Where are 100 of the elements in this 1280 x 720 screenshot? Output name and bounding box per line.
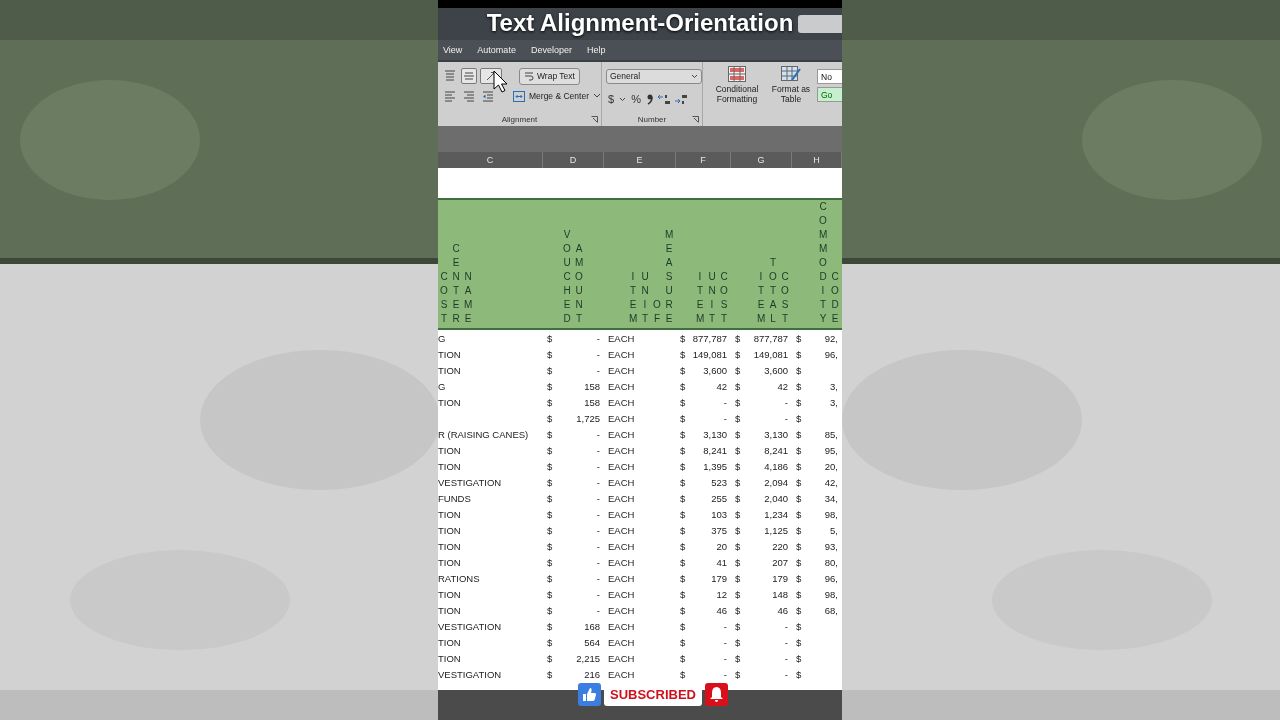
table-cell-text: EACH [607,539,636,554]
table-cell-text: $ 3,600 [679,363,728,378]
table-cell-text: $ [795,411,803,426]
menu-tab[interactable]: Developer [530,45,572,55]
table-cell-text: $ 41 [679,555,728,570]
table-cell-text: $ - [546,443,601,458]
table-cell-text: $ - [546,539,601,554]
wrap-icon [524,71,534,81]
table-cell-text: $ - [546,507,601,522]
table-cell-text: $ - [734,619,789,634]
table-cell-text: $ 216 [546,667,601,682]
dialog-launcher-icon[interactable] [591,116,598,123]
align-button[interactable] [461,68,477,84]
caret-icon [593,93,601,99]
percent-button[interactable]: % [629,93,643,105]
table-cell-text: $ - [546,363,601,378]
table-cell-text: TION [438,459,462,474]
table-cell-text: EACH [607,347,636,362]
table-cell-text: $ - [546,427,601,442]
comma-style-icon[interactable] [645,93,654,105]
table-cell-text: $ 3,130 [734,427,789,442]
bell-icon[interactable] [704,683,728,706]
merge-icon [513,90,525,102]
table-cell-text: TION [438,603,462,618]
table-cell-text: VESTIGATION [438,667,503,682]
column-header: COMMODITY CODE [818,200,840,326]
table-cell-text: $ - [546,491,601,506]
table-cell-text: EACH [607,651,636,666]
dialog-launcher-icon[interactable] [692,116,699,123]
table-cell-text: VESTIGATION [438,475,503,490]
table-cell-text: $ - [679,635,728,650]
align-icon [444,70,456,82]
table-cell-text: $ [795,619,803,634]
menu-tab[interactable]: Automate [477,45,516,55]
table-cell-text: $ - [679,411,728,426]
currency-button[interactable]: $ [606,93,617,105]
table-cell-text: $ 523 [679,475,728,490]
table-cell-text: $ 148 [734,587,789,602]
table-cell-text: $ 42 [734,379,789,394]
table-cell-text: EACH [607,331,636,346]
table-cell-text: EACH [607,555,636,570]
cell-style[interactable]: Go [817,87,842,102]
table-cell-text: $ 149,081 [679,347,728,362]
table-cell-text: $ 80, [795,555,839,570]
video-title: Text Alignment-Orientation [486,9,794,37]
format-as-table-button[interactable]: Format as Table [771,66,811,126]
table-cell-text: $ 2,094 [734,475,789,490]
search-field[interactable] [798,15,842,33]
table-cell-text: EACH [607,507,636,522]
number-format-dropdown[interactable]: General [606,68,702,84]
table-cell-text: $ - [679,395,728,410]
table-cell-text: RATIONS [438,571,481,586]
table-cell-text: TION [438,635,462,650]
table-cell-text: R (RAISING CANES) [438,427,530,442]
table-cell-text: $ 375 [679,523,728,538]
table-cell-text: TION [438,555,462,570]
table-cell-text: $ 3,600 [734,363,789,378]
table-cell-text: $ 3, [795,395,839,410]
table-cell-text: $ - [679,619,728,634]
table-cell-text: $ 207 [734,555,789,570]
caret-icon [691,73,698,79]
table-cell-text: $ 179 [734,571,789,586]
decrease-decimal-icon[interactable] [673,93,688,105]
table-cell-text: TION [438,363,462,378]
group-label: Alignment [501,115,538,124]
table-cell-text: VESTIGATION [438,619,503,634]
table-cell-text: $ 255 [679,491,728,506]
grid-icon [728,66,746,82]
table-cell-text: $ 8,241 [734,443,789,458]
table-cell-text: $ 3, [795,379,839,394]
table-cell-text: EACH [607,443,636,458]
thumbs-up-icon[interactable] [578,683,601,706]
table-cell-text: FUNDS [438,491,472,506]
table-cell-text: EACH [607,587,636,602]
wrap-text-button[interactable]: Wrap Text [519,67,580,85]
merge-center-button[interactable]: Merge & Center [513,90,601,102]
conditional-formatting-button[interactable]: Conditional Formatting [709,66,765,126]
cell-style[interactable]: No [817,69,842,84]
increase-decimal-icon[interactable] [656,93,671,105]
table-cell-text: $ 20 [679,539,728,554]
column-header: ITEM UNIT COST [695,270,729,326]
table-cell-text: $ 3,130 [679,427,728,442]
table-cell-text: $ 2,215 [546,651,601,666]
table-cell-text: TION [438,347,462,362]
menu-tab[interactable]: Help [586,45,606,55]
align-icon [463,70,475,82]
menu-tab[interactable]: View [443,45,463,55]
table-cell-text: EACH [607,395,636,410]
table-cell-text: G [438,331,447,346]
table-cell-text: $ 4,186 [734,459,789,474]
table-cell-text: $ 98, [795,587,839,602]
table-cell-text: TION [438,443,462,458]
table-cell-text: $ - [546,347,601,362]
caret-icon [619,96,627,102]
table-cell-text: $ 12 [679,587,728,602]
table-cell-text: $ 34, [795,491,839,506]
table-cell-text: $ - [734,635,789,650]
table-cell-text: EACH [607,603,636,618]
table-cell-text: $ 2,040 [734,491,789,506]
table-cell-text: $ 68, [795,603,839,618]
